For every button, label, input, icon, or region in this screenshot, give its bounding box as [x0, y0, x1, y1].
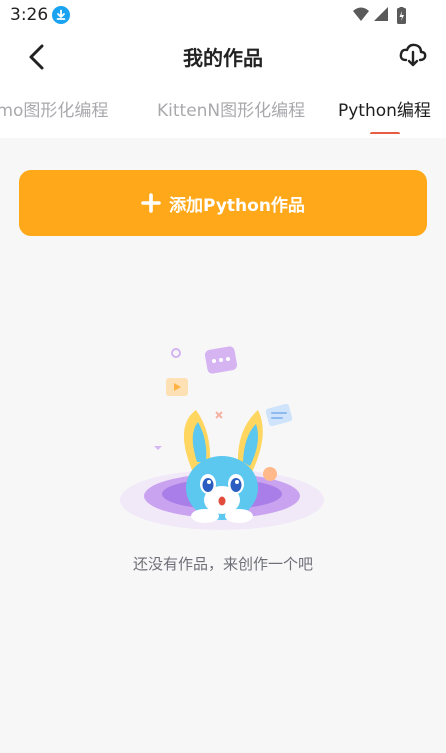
- status-bar: 3:26: [0, 0, 446, 30]
- add-python-work-label: 添加Python作品: [169, 195, 305, 216]
- signal-icon: [374, 7, 388, 21]
- header: 我的作品: [0, 36, 446, 78]
- category-tabs: emo图形化编程 KittenN图形化编程 Python编程: [0, 88, 446, 134]
- download-icon: [52, 6, 70, 24]
- status-time: 3:26: [10, 5, 49, 25]
- cloud-download-icon: [399, 43, 427, 67]
- wifi-icon: [353, 7, 369, 21]
- empty-state-message: 还没有作品，来创作一个吧: [132, 555, 313, 573]
- cloud-download-button[interactable]: [398, 40, 428, 70]
- tab-python[interactable]: Python编程: [338, 96, 431, 121]
- battery-icon: [397, 6, 406, 24]
- add-python-work-button[interactable]: 添加Python作品: [19, 170, 427, 236]
- top-panel: 3:26 我的作品 mo图形化编程 KittenN图形化编程 Python编程: [0, 0, 446, 138]
- system-icons: [352, 6, 412, 29]
- tab-active-indicator: [370, 132, 400, 134]
- plus-icon: [141, 193, 161, 213]
- empty-state-illustration: [110, 338, 330, 538]
- page-title: 我的作品: [183, 46, 263, 70]
- tab-demo-graphical[interactable]: emo图形化编程: [0, 96, 108, 121]
- tab-kitten-graphical[interactable]: KittenN图形化编程: [157, 96, 305, 121]
